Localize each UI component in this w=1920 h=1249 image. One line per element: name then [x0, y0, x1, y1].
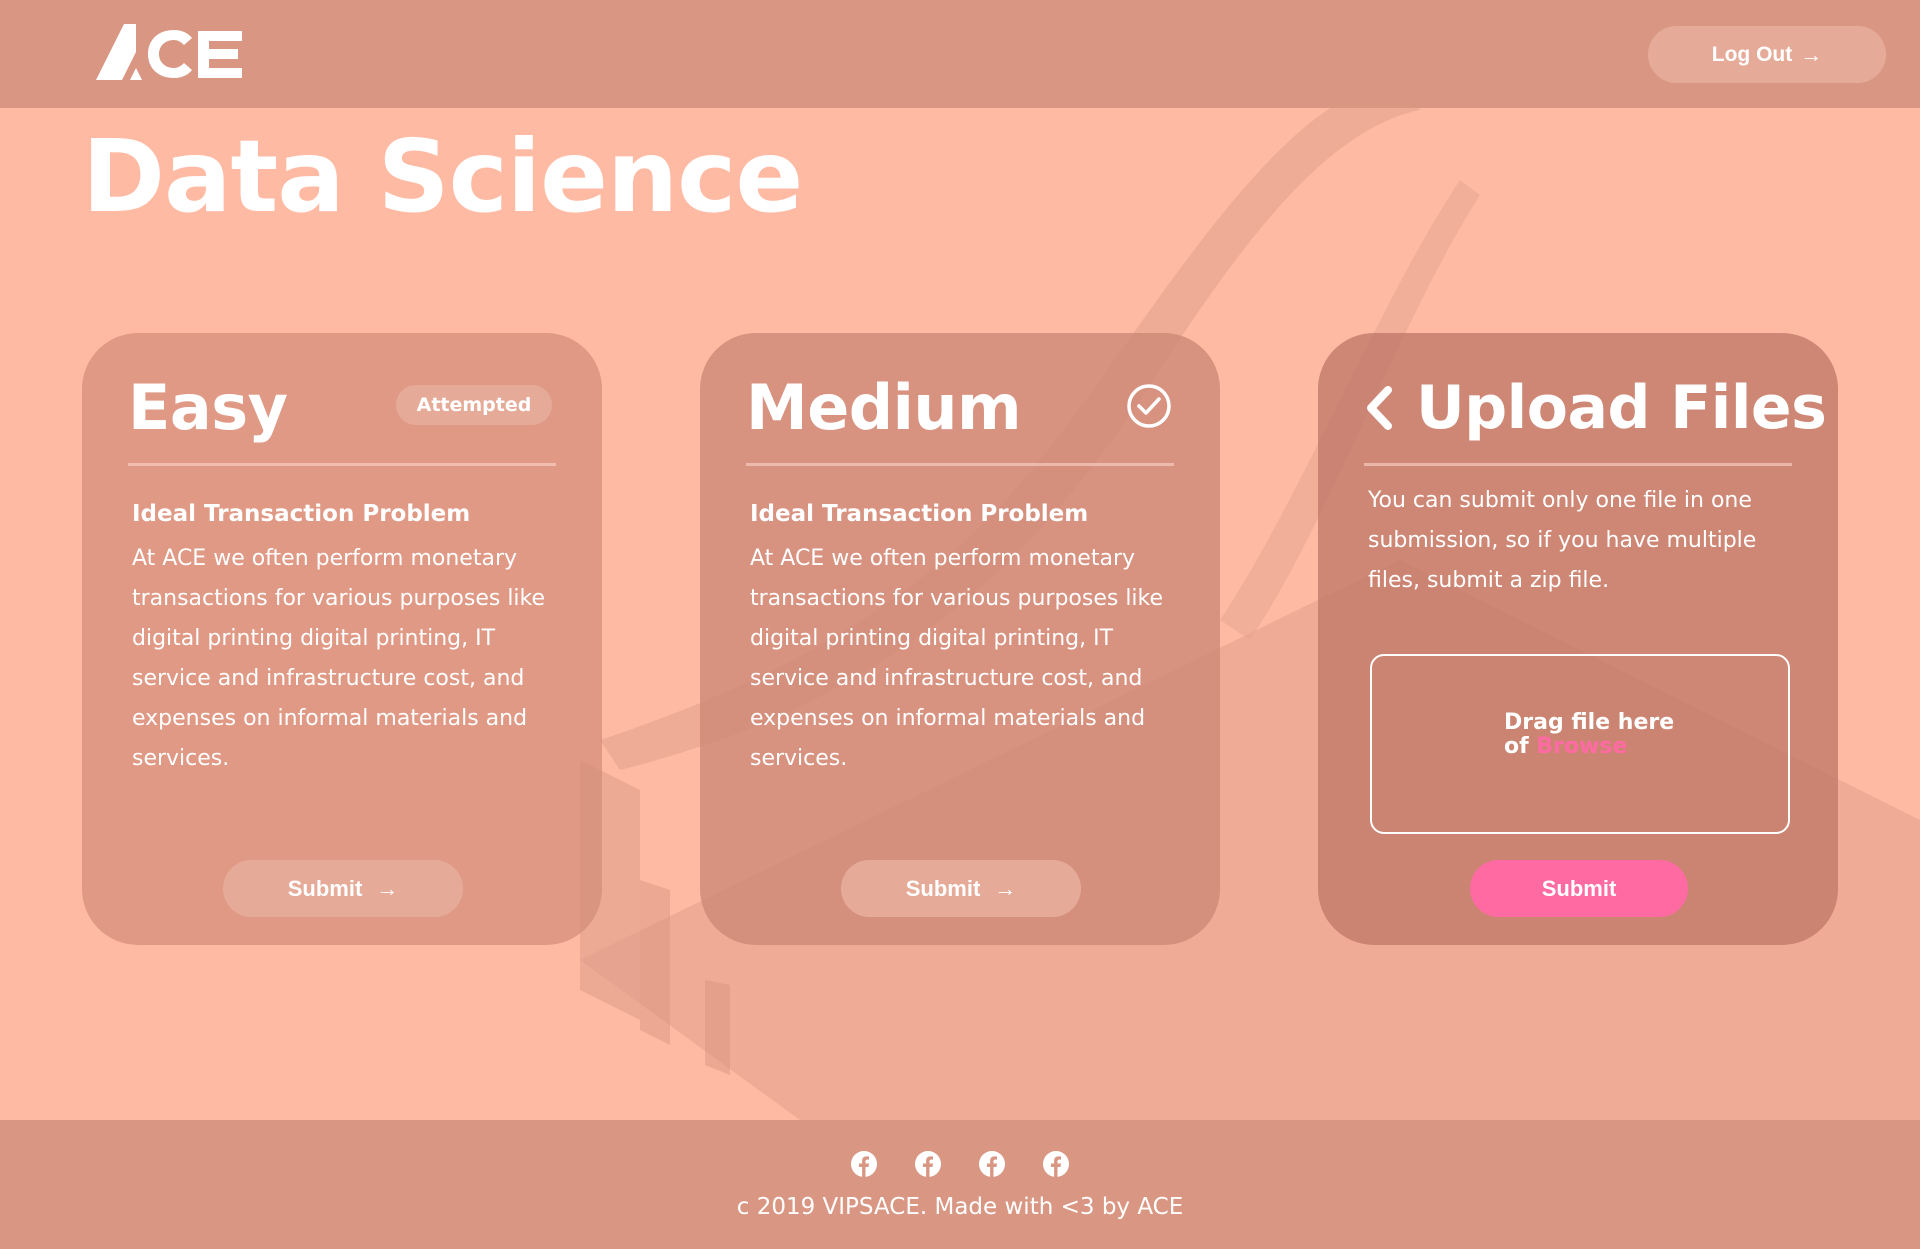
submit-button-easy[interactable]: Submit →	[223, 860, 463, 917]
of-label: of	[1504, 734, 1529, 759]
upload-header: Upload Files	[1364, 373, 1827, 443]
browse-line: of Browse	[1504, 735, 1674, 759]
challenge-card-medium: Medium Ideal Transaction Problem At ACE …	[700, 333, 1220, 945]
file-dropzone[interactable]: Drag file here of Browse	[1370, 654, 1790, 834]
card-title-easy: Easy	[128, 371, 288, 444]
dropzone-text: Drag file here of Browse	[1504, 711, 1674, 759]
logout-button[interactable]: Log Out →	[1648, 26, 1886, 83]
submit-label: Submit	[287, 875, 363, 901]
facebook-icon[interactable]	[978, 1150, 1006, 1178]
problem-description: At ACE we often perform monetary transac…	[750, 546, 1164, 771]
problem-title: Ideal Transaction Problem	[132, 501, 471, 527]
footer: c 2019 VIPSACE. Made with <3 by ACE	[0, 1120, 1920, 1249]
arrow-right-icon: →	[376, 875, 399, 901]
problem-description: At ACE we often perform monetary transac…	[132, 546, 546, 771]
submit-upload-button[interactable]: Submit	[1470, 860, 1688, 917]
submit-label: Submit	[905, 875, 981, 901]
check-circle-icon	[1127, 384, 1171, 428]
card-divider	[1364, 463, 1792, 466]
upload-title: Upload Files	[1416, 373, 1827, 443]
ace-logo[interactable]	[96, 22, 246, 82]
facebook-icon[interactable]	[850, 1150, 878, 1178]
upload-instructions: You can submit only one file in one subm…	[1368, 488, 1757, 593]
status-badge: Attempted	[396, 385, 552, 425]
copyright-text: c 2019 VIPSACE. Made with <3 by ACE	[736, 1194, 1184, 1220]
top-header: Log Out →	[0, 0, 1920, 108]
facebook-icon[interactable]	[914, 1150, 942, 1178]
problem-title: Ideal Transaction Problem	[750, 501, 1089, 527]
drag-file-label: Drag file here	[1504, 710, 1675, 735]
facebook-icon[interactable]	[1042, 1150, 1070, 1178]
logout-label: Log Out	[1711, 42, 1793, 66]
upload-files-card: Upload Files You can submit only one fil…	[1318, 333, 1838, 945]
card-divider	[746, 463, 1174, 466]
browse-link[interactable]: Browse	[1536, 734, 1627, 759]
social-links	[850, 1150, 1070, 1178]
ace-logo-mark	[96, 24, 242, 80]
submit-label: Submit	[1541, 875, 1617, 901]
page-title: Data Science	[82, 118, 803, 235]
challenge-card-easy: Easy Attempted Ideal Transaction Problem…	[82, 333, 602, 945]
arrow-right-icon: →	[1800, 41, 1823, 67]
chevron-left-icon[interactable]	[1364, 386, 1394, 430]
submit-button-medium[interactable]: Submit →	[841, 860, 1081, 917]
card-divider	[128, 463, 556, 466]
arrow-right-icon: →	[994, 875, 1017, 901]
card-title-medium: Medium	[746, 371, 1022, 444]
